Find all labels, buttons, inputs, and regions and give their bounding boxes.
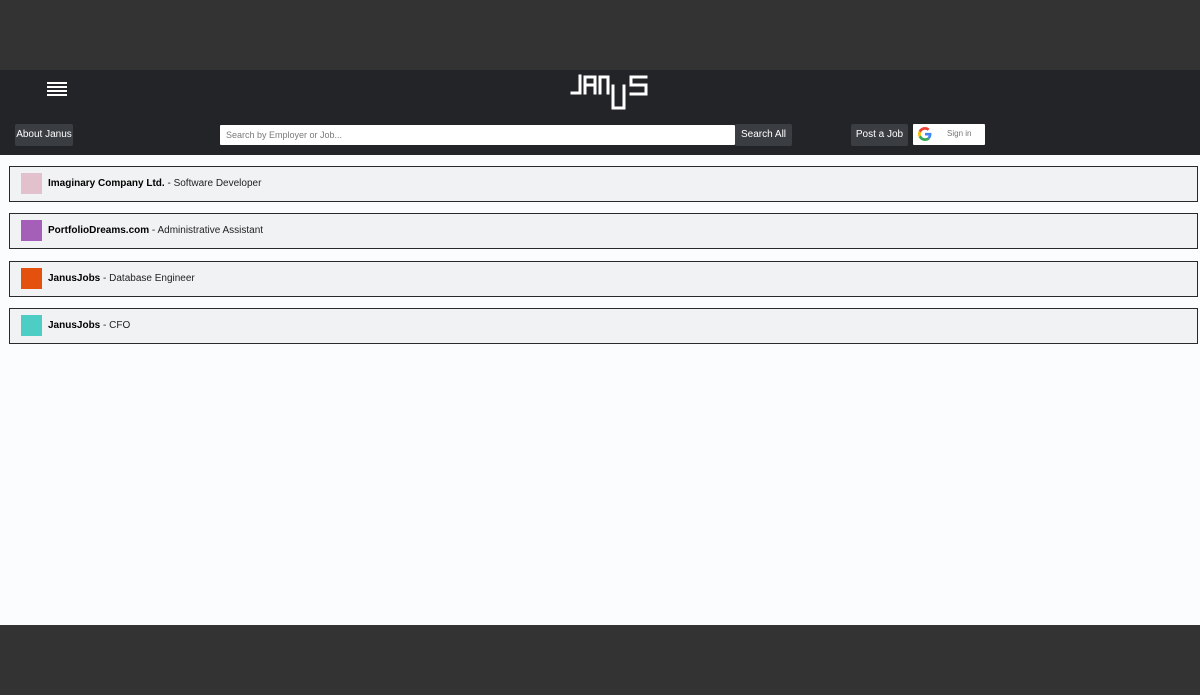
- job-title: Administrative Assistant: [157, 225, 264, 236]
- separator: -: [100, 320, 110, 331]
- menu-icon[interactable]: [47, 82, 67, 98]
- employer-color-swatch: [21, 173, 42, 194]
- job-row[interactable]: PortfolioDreams.com - Administrative Ass…: [9, 213, 1198, 249]
- employer-color-swatch: [21, 220, 42, 241]
- janus-logo: [570, 74, 648, 110]
- employer-name: JanusJobs: [48, 273, 101, 284]
- job-row[interactable]: JanusJobs - Database Engineer: [9, 261, 1198, 297]
- job-row[interactable]: JanusJobs - CFO: [9, 308, 1198, 344]
- job-title: Software Developer: [173, 178, 262, 189]
- search-input[interactable]: [220, 125, 735, 145]
- job-title: Database Engineer: [109, 273, 195, 284]
- about-janus-button[interactable]: About Janus: [15, 124, 73, 146]
- separator: -: [164, 178, 174, 189]
- separator: -: [100, 273, 110, 284]
- sign-in-label: Sign in: [947, 129, 972, 138]
- employer-name: PortfolioDreams.com: [48, 225, 150, 236]
- google-sign-in-button[interactable]: Sign in: [913, 124, 985, 145]
- google-icon: [918, 127, 932, 141]
- job-list: Imaginary Company Ltd. - Software Develo…: [0, 155, 1200, 625]
- job-title: CFO: [109, 320, 131, 331]
- employer-name: Imaginary Company Ltd.: [48, 178, 165, 189]
- search-all-button[interactable]: Search All: [735, 124, 792, 146]
- employer-color-swatch: [21, 315, 42, 336]
- employer-name: JanusJobs: [48, 320, 101, 331]
- employer-color-swatch: [21, 268, 42, 289]
- post-job-button[interactable]: Post a Job: [851, 124, 908, 146]
- bottom-band: [0, 625, 1200, 695]
- top-band: [0, 0, 1200, 70]
- job-row[interactable]: Imaginary Company Ltd. - Software Develo…: [9, 166, 1198, 202]
